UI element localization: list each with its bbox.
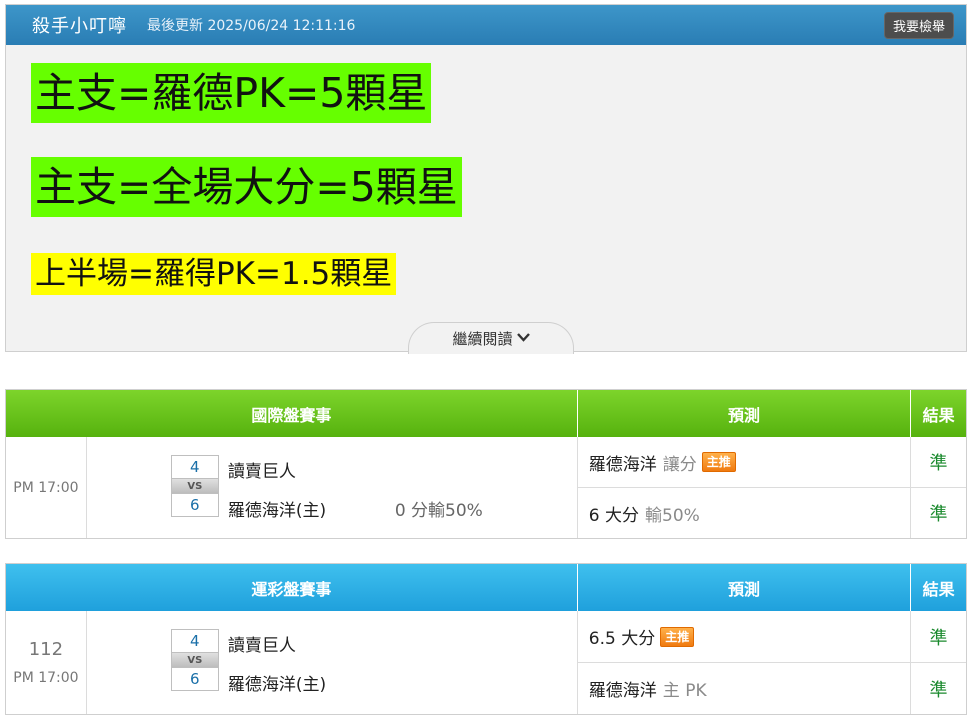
table-header: 運彩盤賽事 預測 結果 bbox=[6, 564, 966, 611]
score-away: 4 bbox=[170, 629, 219, 653]
prediction-column: 羅德海洋 讓分 主推 6 大分 輸50% bbox=[577, 437, 912, 538]
result-status: 準 bbox=[911, 662, 966, 714]
header-predict: 預測 bbox=[578, 390, 912, 437]
scoreboard: 4 VS 6 bbox=[170, 455, 219, 517]
result-column: 準 準 bbox=[911, 611, 966, 714]
result-status: 準 bbox=[929, 453, 948, 474]
vs-label: VS bbox=[170, 653, 219, 667]
match-time: PM 17:00 bbox=[13, 479, 79, 496]
article-header: 殺手小叮嚀 最後更新 2025/06/24 12:11:16 我要檢舉 bbox=[6, 5, 966, 45]
scoreboard: 4 VS 6 bbox=[170, 629, 219, 691]
prediction-main: 6.5 大分 bbox=[588, 629, 656, 649]
article-line-3: 上半場=羅得PK=1.5顆星 bbox=[31, 253, 397, 295]
table-row: PM 17:00 4 VS 6 讀賣巨人 羅德海洋(主) 0 分輸50% 羅德海… bbox=[6, 437, 966, 538]
prediction-detail: 輸50% bbox=[645, 505, 700, 526]
table-row: 112 PM 17:00 4 VS 6 讀賣巨人 羅德海洋(主) 6.5 大分 … bbox=[6, 611, 966, 714]
header-result: 結果 bbox=[922, 579, 955, 599]
team-away[interactable]: 讀賣巨人 bbox=[228, 457, 296, 482]
prediction-column: 6.5 大分 主推 羅德海洋 主 PK bbox=[577, 611, 912, 714]
match-time-cell: PM 17:00 bbox=[6, 437, 87, 538]
team-away[interactable]: 讀賣巨人 bbox=[228, 631, 296, 656]
prediction-main: 6 大分 bbox=[588, 505, 640, 526]
prediction-row: 6.5 大分 主推 bbox=[578, 611, 910, 662]
score-away: 4 bbox=[170, 455, 219, 479]
read-more-button[interactable]: 繼續閱讀 bbox=[408, 322, 574, 354]
last-updated: 最後更新 2025/06/24 12:11:16 bbox=[147, 18, 356, 34]
read-more-label: 繼續閱讀 bbox=[452, 330, 513, 348]
score-home: 6 bbox=[170, 493, 219, 517]
article-line-2: 主支=全場大分=5顆星 bbox=[31, 157, 462, 217]
table-header: 國際盤賽事 預測 結果 bbox=[6, 390, 966, 437]
lottery-match-table: 運彩盤賽事 預測 結果 112 PM 17:00 4 VS 6 讀賣巨人 羅德海… bbox=[5, 563, 967, 715]
prediction-main: 羅德海洋 bbox=[588, 681, 657, 701]
article-panel: 殺手小叮嚀 最後更新 2025/06/24 12:11:16 我要檢舉 主支=羅… bbox=[5, 4, 967, 354]
featured-badge: 主推 bbox=[701, 452, 736, 472]
prediction-row: 羅德海洋 主 PK bbox=[577, 662, 911, 714]
vs-label: VS bbox=[170, 479, 219, 493]
header-predict: 預測 bbox=[578, 564, 912, 611]
result-column: 準 準 bbox=[911, 437, 966, 538]
match-cell: 4 VS 6 讀賣巨人 羅德海洋(主) bbox=[87, 611, 578, 714]
prediction-detail: 讓分 bbox=[662, 454, 697, 475]
header-event: 運彩盤賽事 bbox=[6, 564, 578, 611]
score-home: 6 bbox=[170, 667, 219, 691]
match-number: 112 bbox=[28, 639, 64, 660]
prediction-main: 羅德海洋 bbox=[588, 454, 657, 475]
article-line-1: 主支=羅德PK=5顆星 bbox=[31, 63, 432, 123]
report-button[interactable]: 我要檢舉 bbox=[883, 11, 954, 39]
team-home[interactable]: 羅德海洋(主) bbox=[228, 670, 326, 695]
match-time: PM 17:00 bbox=[13, 670, 79, 686]
team-home[interactable]: 羅德海洋(主) bbox=[228, 496, 326, 521]
match-time-cell: 112 PM 17:00 bbox=[6, 611, 87, 714]
article-title: 殺手小叮嚀 bbox=[32, 16, 127, 37]
header-result: 結果 bbox=[922, 405, 955, 425]
handicap-result: 0 分輸50% bbox=[394, 501, 483, 521]
prediction-row: 6 大分 輸50% bbox=[577, 487, 911, 538]
international-match-table: 國際盤賽事 預測 結果 PM 17:00 4 VS 6 讀賣巨人 羅德海洋(主)… bbox=[5, 389, 967, 539]
result-status: 準 bbox=[929, 627, 948, 649]
match-cell: 4 VS 6 讀賣巨人 羅德海洋(主) 0 分輸50% bbox=[87, 437, 578, 538]
header-event: 國際盤賽事 bbox=[6, 390, 578, 437]
prediction-detail: 主 PK bbox=[662, 681, 707, 701]
result-status: 準 bbox=[911, 487, 966, 538]
featured-badge: 主推 bbox=[660, 626, 695, 647]
chevron-down-icon bbox=[516, 331, 530, 346]
prediction-row: 羅德海洋 讓分 主推 bbox=[578, 437, 910, 487]
